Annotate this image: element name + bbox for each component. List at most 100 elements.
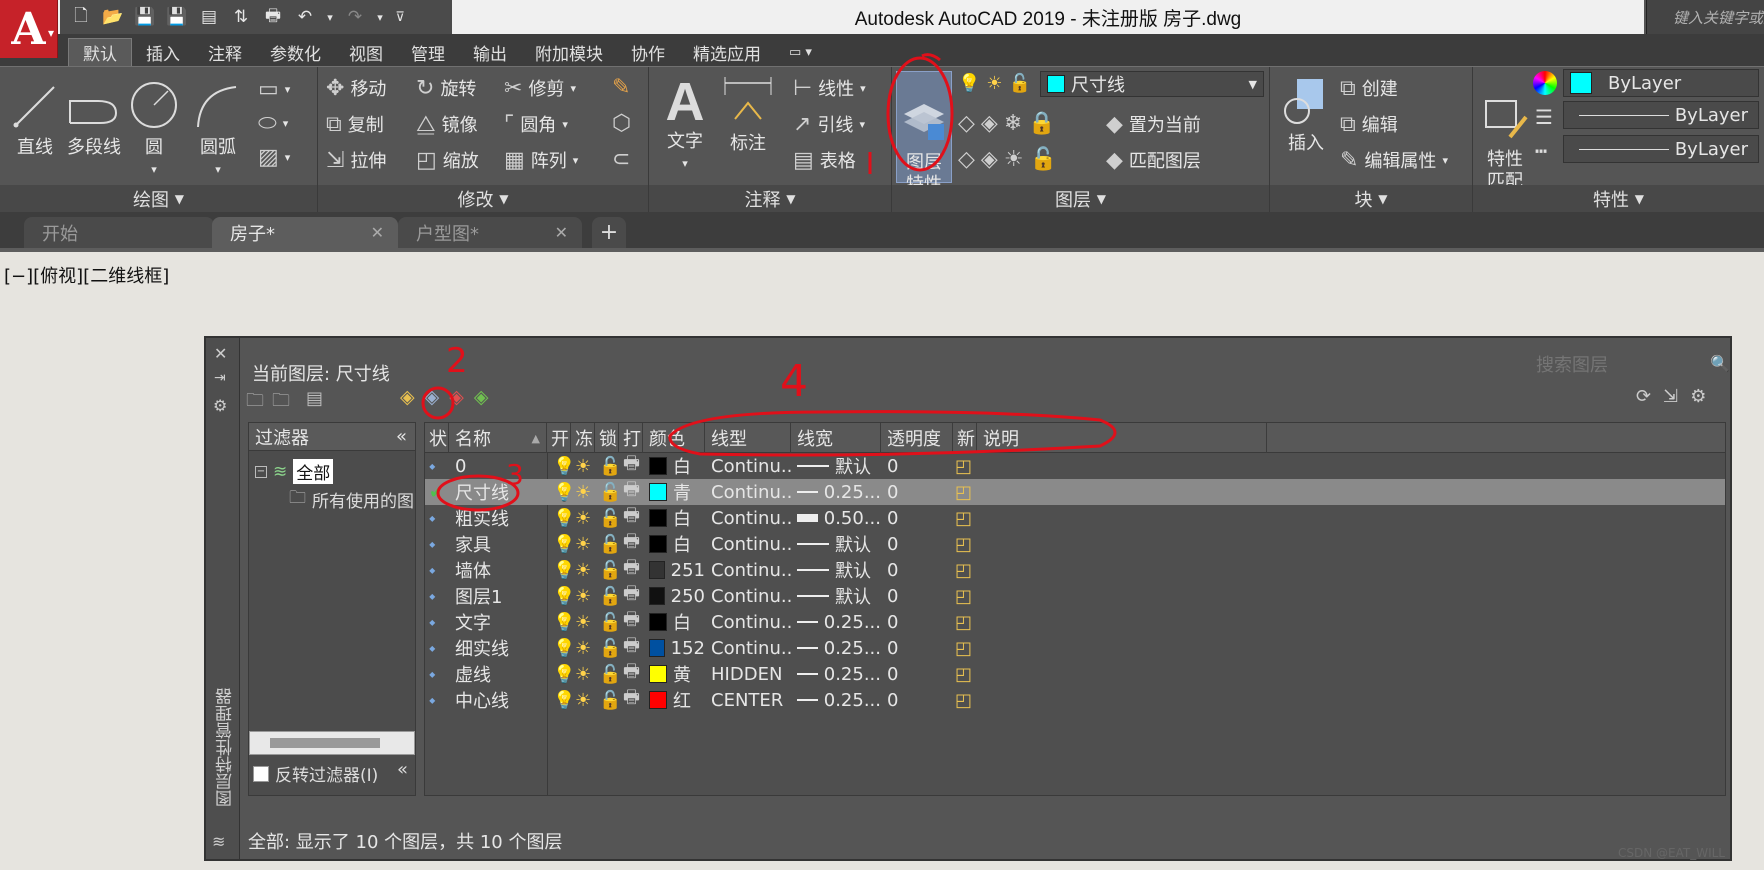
layer-name[interactable]: 文字 [455,609,545,635]
light-bulb-icon[interactable]: 💡 [553,687,573,713]
layer-properties-button[interactable]: 图层 特性 [896,71,952,195]
layer-name[interactable]: 0 [455,453,545,479]
block-panel-title[interactable]: 块 ▼ [1270,185,1472,213]
layer-row[interactable]: ✔ 尺寸线 💡☀🔓🖶青Continu...0.25...0 ◰ [425,479,1725,505]
column-status[interactable]: 状 [425,423,449,453]
unlock-icon[interactable]: 🔓 [599,479,619,505]
light-bulb-icon[interactable]: 💡 [553,557,573,583]
layer-unlock-icon[interactable]: 🔓 [1030,147,1057,172]
layer-color-cell[interactable]: 青 [649,479,705,505]
line-button[interactable]: 直线 [10,81,60,159]
draw-panel-title[interactable]: 绘图 ▼ [0,185,317,213]
layer-name[interactable]: 家具 [455,531,545,557]
search-icon[interactable]: 🔍 [1710,354,1730,373]
layer-linetype-cell[interactable]: Continu... [711,583,791,609]
stretch-button[interactable]: ⇲ 拉伸 [326,147,386,173]
layer-name[interactable]: 粗实线 [455,505,545,531]
new-tab-button[interactable]: + [592,217,626,248]
layer-lineweight-cell[interactable]: 0.25... [797,609,881,635]
unlock-icon[interactable]: 🔓 [599,661,619,687]
printer-icon[interactable]: 🖶 [623,531,643,557]
layer-isolate-icon[interactable]: ◈ [981,111,998,136]
set-current-button[interactable]: ◆ 置为当前 [1106,111,1201,137]
layer-transparency-cell[interactable]: 0 [887,505,947,531]
circle-button[interactable]: 圆 ▾ [128,81,180,181]
collapse-pane-icon[interactable]: « [396,426,407,447]
printer-icon[interactable]: 🖶 [623,609,643,635]
light-bulb-icon[interactable]: 💡 [553,661,573,687]
offset-button[interactable]: ⊂ [612,147,630,172]
new-vp-freeze-icon[interactable]: ◰ [955,635,977,661]
sun-icon[interactable]: ☀ [575,661,595,687]
layer-color-cell[interactable]: 251 [649,557,705,583]
array-button[interactable]: ▦ 阵列 ▾ [504,147,578,173]
new-vp-freeze-icon[interactable]: ◰ [955,661,977,687]
layer-linetype-cell[interactable]: Continu... [711,479,791,505]
layer-linetype-cell[interactable]: HIDDEN [711,661,791,687]
layers-panel-title[interactable]: 图层 ▼ [892,185,1269,213]
layer-row[interactable]: ⬩ 细实线 💡☀🔓🖶152Continu...0.25...0 ◰ [425,635,1725,661]
layer-transparency-cell[interactable]: 0 [887,609,947,635]
layer-color-cell[interactable]: 白 [649,505,705,531]
ribbon-tab-addins[interactable]: 附加模块 [521,38,617,66]
layer-name[interactable]: 虚线 [455,661,545,687]
column-transparency[interactable]: 透明度 [881,423,953,453]
chevron-down-icon[interactable]: ▾ [128,159,180,181]
layer-settings-icon[interactable]: ⇲ [1663,386,1678,407]
undo-dropdown-icon[interactable]: ▾ [324,5,336,29]
sun-icon[interactable]: ☀ [575,609,595,635]
light-bulb-icon[interactable]: 💡 [553,479,573,505]
chevron-down-icon[interactable]: ▾ [657,153,713,175]
horizontal-scrollbar[interactable] [249,731,415,755]
save-as-icon[interactable]: 💾 [164,5,190,29]
save-icon[interactable]: 💾 [132,5,158,29]
layer-color-cell[interactable]: 红 [649,687,705,713]
ribbon-tab-view[interactable]: 视图 [335,38,397,66]
keyword-search-input[interactable]: 键入关键字或短语 [1646,0,1764,34]
layer-color-cell[interactable]: 152 [649,635,705,661]
sun-icon[interactable]: ☀ [575,505,595,531]
ribbon-minimize-icon[interactable]: ▭ ▾ [775,38,826,66]
layer-row[interactable]: ⬩ 中心线 💡☀🔓🖶红CENTER0.25...0 ◰ [425,687,1725,713]
edit-attributes-button[interactable]: ✎ 编辑属性 ▾ [1340,147,1448,173]
layer-lineweight-cell[interactable]: 0.25... [797,661,881,687]
layer-name[interactable]: 图层1 [455,583,545,609]
layer-row[interactable]: ⬩ 文字 💡☀🔓🖶白Continu...0.25...0 ◰ [425,609,1725,635]
explode-button[interactable]: ⬡ [612,111,631,136]
insert-block-button[interactable]: 插入 [1278,75,1334,155]
new-layer-frozen-icon[interactable]: ◈ [425,386,440,408]
mirror-button[interactable]: ⧋ 镜像 [416,111,478,137]
layer-row[interactable]: ⬩ 粗实线 💡☀🔓🖶白Continu...0.50...0 ◰ [425,505,1725,531]
layer-linetype-cell[interactable]: Continu... [711,505,791,531]
new-vp-freeze-icon[interactable]: ◰ [955,505,977,531]
arc-button[interactable]: 圆弧 ▾ [190,81,246,181]
column-description[interactable]: 说明 [977,423,1267,453]
leader-button[interactable]: ↗ 引线 ▾ [793,111,865,137]
printer-icon[interactable]: 🖶 [623,557,643,583]
layer-lineweight-cell[interactable]: 0.25... [797,687,881,713]
layer-lineweight-cell[interactable]: 0.50... [797,505,881,531]
layer-linetype-cell[interactable]: Continu... [711,531,791,557]
checkbox[interactable] [253,765,269,782]
redo-icon[interactable]: ↷ [342,5,368,29]
erase-button[interactable]: ✎ [612,75,630,100]
create-block-button[interactable]: ⧉ 创建 [1340,75,1398,101]
column-new-vp-freeze[interactable]: 新 [953,423,977,453]
printer-icon[interactable]: 🖶 [623,505,643,531]
layer-on-icon[interactable]: ◇ [958,147,975,172]
light-bulb-icon[interactable]: 💡 [553,505,573,531]
ribbon-tab-manage[interactable]: 管理 [397,38,459,66]
column-plot[interactable]: 打 [619,423,643,453]
printer-icon[interactable]: 🖶 [623,635,643,661]
printer-icon[interactable]: 🖶 [623,453,643,479]
light-bulb-icon[interactable]: 💡 [553,531,573,557]
layer-row[interactable]: ⬩0💡☀🔓🖶白Continu...默认0◰ [425,453,1725,479]
new-group-filter-icon[interactable]: 🗀 [272,388,290,418]
tab-house[interactable]: 房子* ✕ [212,217,398,248]
ribbon-tab-annotate[interactable]: 注释 [194,38,256,66]
sun-icon[interactable]: ☀ [575,635,595,661]
layer-color-cell[interactable]: 白 [649,453,705,479]
layer-lineweight-cell[interactable]: 默认 [797,453,881,479]
customize-toolbar-icon[interactable]: ⊽ [392,5,408,29]
unlock-icon[interactable]: 🔓 [599,687,619,713]
